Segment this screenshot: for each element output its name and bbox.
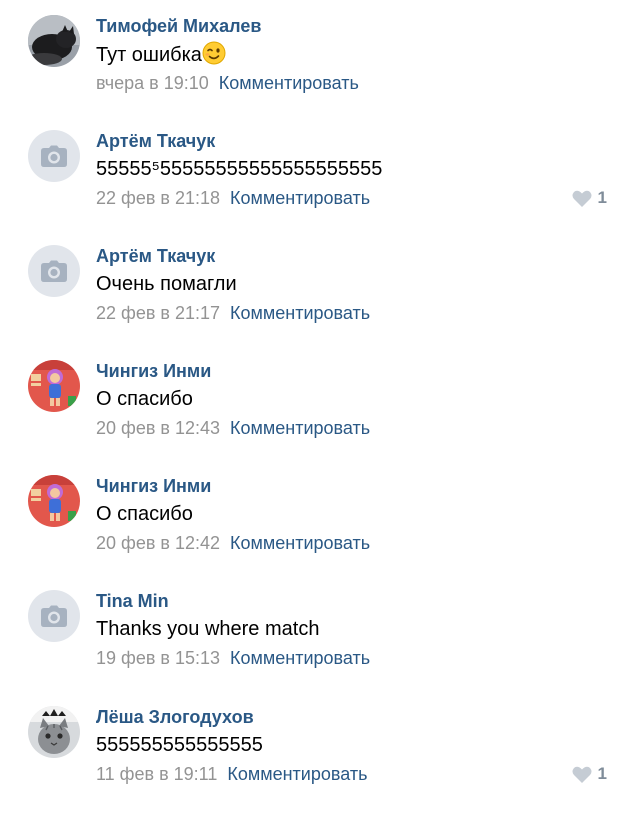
avatar-photo <box>28 706 80 758</box>
comment-reply-link[interactable]: Комментировать <box>230 303 370 323</box>
comment-meta: 20 фев в 12:43 Комментировать <box>96 417 370 439</box>
avatar[interactable] <box>28 590 80 642</box>
comment-reply-link[interactable]: Комментировать <box>219 73 359 93</box>
like-count: 1 <box>597 188 607 207</box>
comment-meta: 11 фев в 19:11 Комментировать <box>96 763 367 785</box>
comment-item: Лёша Злогодухов 555555555555555 11 фев в… <box>0 706 627 816</box>
comment-text: О спасибо <box>96 503 193 525</box>
comment-item: Тимофей Михалев Тут ошибка вчера в 19:10… <box>0 15 627 125</box>
comment-author[interactable]: Чингиз Инми <box>96 475 211 497</box>
comment-text: О спасибо <box>96 388 193 410</box>
comment-date[interactable]: вчера в 19:10 <box>96 73 209 93</box>
camera-icon <box>41 605 67 627</box>
comment-date[interactable]: 20 фев в 12:42 <box>96 533 220 553</box>
comment-date[interactable]: 20 фев в 12:43 <box>96 418 220 438</box>
comment-text: 55555⁵55555555555555555555 <box>96 158 383 180</box>
comment-item: Артём Ткачук Очень помагли 22 фев в 21:1… <box>0 245 627 355</box>
avatar[interactable] <box>28 706 80 758</box>
heart-icon <box>572 766 592 783</box>
avatar[interactable] <box>28 245 80 297</box>
avatar-photo <box>28 360 80 412</box>
comment-date[interactable]: 22 фев в 21:18 <box>96 188 220 208</box>
comment-reply-link[interactable]: Комментировать <box>230 418 370 438</box>
comment-date[interactable]: 19 фев в 15:13 <box>96 648 220 668</box>
comment-author[interactable]: Tina Min <box>96 590 169 612</box>
comment-item: Чингиз Инми О спасибо 20 фев в 12:43 Комм… <box>0 360 627 470</box>
comment-text: Thanks you where match <box>96 618 320 640</box>
comment-author[interactable]: Артём Ткачук <box>96 130 215 152</box>
camera-icon <box>41 145 67 167</box>
comment-meta: 22 фев в 21:17 Комментировать <box>96 302 370 324</box>
comment-author[interactable]: Тимофей Михалев <box>96 15 261 37</box>
comment-item: Tina Min Thanks you where match 19 фев в… <box>0 590 627 700</box>
avatar-photo <box>28 15 80 67</box>
comment-reply-link[interactable]: Комментировать <box>230 648 370 668</box>
comment-text: Тут ошибка <box>96 41 226 68</box>
comment-reply-link[interactable]: Комментировать <box>230 188 370 208</box>
comment-date[interactable]: 22 фев в 21:17 <box>96 303 220 323</box>
camera-icon <box>41 260 67 282</box>
comment-text: Очень помагли <box>96 273 237 295</box>
comment-meta: вчера в 19:10 Комментировать <box>96 72 359 94</box>
comment-reply-link[interactable]: Комментировать <box>227 764 367 784</box>
comment-text-content: Тут ошибка <box>96 44 202 66</box>
avatar[interactable] <box>28 475 80 527</box>
comment-meta: 22 фев в 21:18 Комментировать <box>96 187 370 209</box>
comment-author[interactable]: Чингиз Инми <box>96 360 211 382</box>
comment-reply-link[interactable]: Комментировать <box>230 533 370 553</box>
like-button[interactable]: 1 <box>572 187 607 209</box>
comment-meta: 20 фев в 12:42 Комментировать <box>96 532 370 554</box>
comment-text: 555555555555555 <box>96 734 263 756</box>
comment-author[interactable]: Лёша Злогодухов <box>96 706 254 728</box>
comment-meta: 19 фев в 15:13 Комментировать <box>96 647 370 669</box>
comment-item: Чингиз Инми О спасибо 20 фев в 12:42 Комм… <box>0 475 627 585</box>
heart-icon <box>572 190 592 207</box>
avatar-photo <box>28 475 80 527</box>
comment-date[interactable]: 11 фев в 19:11 <box>96 764 217 784</box>
winking-face-icon <box>202 41 226 65</box>
comment-author[interactable]: Артём Ткачук <box>96 245 215 267</box>
avatar[interactable] <box>28 130 80 182</box>
comment-item: Артём Ткачук 55555⁵55555555555555555555 … <box>0 130 627 240</box>
avatar[interactable] <box>28 15 80 67</box>
avatar[interactable] <box>28 360 80 412</box>
like-button[interactable]: 1 <box>572 763 607 785</box>
like-count: 1 <box>597 764 607 783</box>
